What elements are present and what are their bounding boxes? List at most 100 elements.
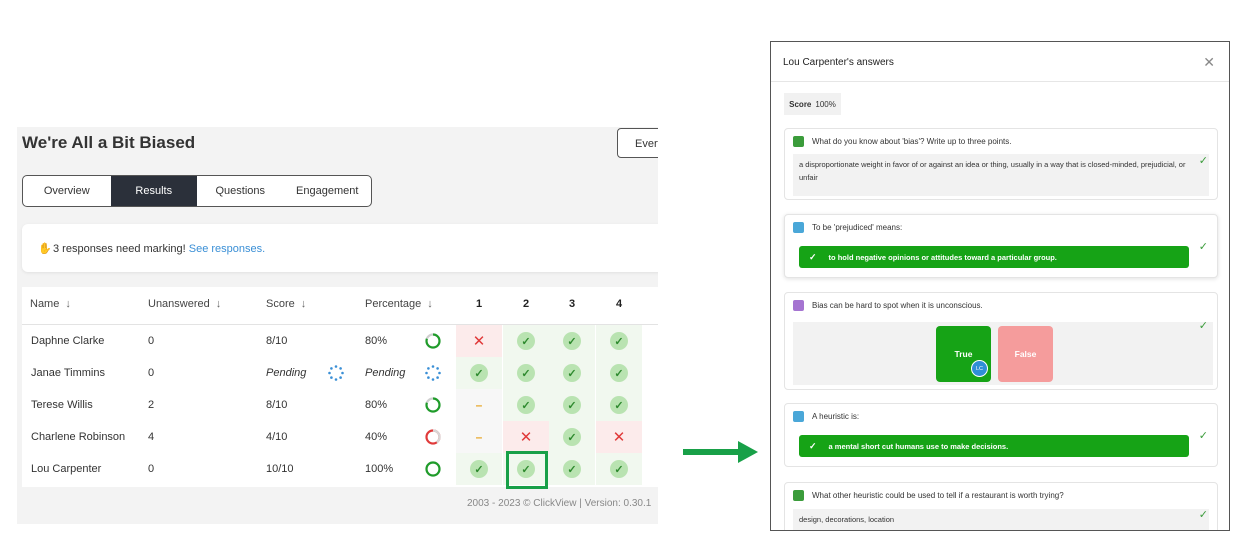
correct-cell[interactable]: ✓ (549, 389, 595, 421)
check-icon: ✓ (610, 332, 628, 350)
correct-cell[interactable]: ✓ (456, 453, 502, 485)
answer-card-q1: What do you know about 'bias'? Write up … (784, 128, 1218, 200)
correct-cell[interactable]: ✓ (549, 357, 595, 389)
close-icon[interactable]: ✕ (1203, 54, 1215, 71)
arrow-down-icon: ↓ (65, 298, 71, 310)
column-header-percentage[interactable]: Percentage ↓ (365, 298, 433, 310)
waving-hand-icon: ✋ (38, 243, 52, 255)
answers-modal: Lou Carpenter's answers ✕ Score 100% Wha… (770, 41, 1230, 531)
student-name: Janae Timmins (31, 367, 105, 379)
everyone-dropdown[interactable]: Every (617, 128, 658, 158)
pending-spinner-icon (425, 365, 441, 381)
true-false-icon (793, 300, 804, 311)
score-value: 8/10 (266, 335, 288, 347)
table-row[interactable]: Lou Carpenter 0 10/10 100% ✓ ✓ ✓ ✓ (22, 453, 658, 485)
text-question-icon (793, 490, 804, 501)
score-badge: Score 100% (784, 93, 841, 115)
check-icon: ✓ (610, 460, 628, 478)
see-responses-link[interactable]: See responses. (189, 243, 265, 255)
score-value: 10/10 (266, 463, 294, 475)
check-icon: ✓ (809, 440, 817, 451)
check-icon: ✓ (1198, 155, 1208, 167)
correct-cell[interactable]: ✓ (549, 421, 595, 453)
percentage-value: 40% (365, 431, 388, 443)
unanswered-count: 2 (148, 399, 155, 411)
table-row[interactable]: Charlene Robinson 4 4/10 40% – ✕ ✓ ✕ (22, 421, 658, 453)
question-text: What other heuristic could be used to te… (812, 491, 1064, 500)
check-icon: ✓ (517, 332, 535, 350)
table-row[interactable]: Terese Willis 2 8/10 80% – ✓ ✓ ✓ (22, 389, 658, 421)
results-table: Name ↓ Unanswered ↓ Score ↓ Percentage ↓ 1 2… (22, 287, 658, 487)
selected-answer: ✓ a mental short cut humans use to make … (799, 435, 1189, 457)
table-row[interactable]: Daphne Clarke 0 8/10 80% ✕ ✓ ✓ ✓ (22, 325, 658, 357)
student-name: Charlene Robinson (31, 431, 126, 443)
check-icon: ✓ (1198, 241, 1208, 253)
check-icon: ✓ (563, 460, 581, 478)
score-value: 4/10 (266, 431, 288, 443)
column-header-q1[interactable]: 1 (476, 298, 482, 310)
percentage-value: 80% (365, 335, 388, 347)
unanswered-count: 0 (148, 463, 155, 475)
correct-cell[interactable]: ✓ (456, 357, 502, 389)
correct-cell[interactable]: ✓ (549, 453, 595, 485)
check-icon: ✓ (1198, 320, 1208, 332)
column-header-score[interactable]: Score ↓ (266, 298, 306, 310)
question-text: What do you know about 'bias'? Write up … (812, 137, 1012, 146)
correct-cell[interactable]: ✓ (503, 325, 549, 357)
correct-cell[interactable]: ✓ (596, 357, 642, 389)
column-header-q4[interactable]: 4 (616, 298, 622, 310)
notice-text: 3 responses need marking! (53, 243, 186, 255)
student-name: Daphne Clarke (31, 335, 105, 347)
percentage-value: 80% (365, 399, 388, 411)
score-label: Score (789, 99, 812, 109)
tab-results[interactable]: Results (110, 176, 197, 206)
incorrect-cell[interactable]: ✕ (503, 421, 549, 453)
unanswered-cell[interactable]: – (456, 421, 502, 453)
table-row[interactable]: Janae Timmins 0 Pending Pending ✓ ✓ ✓ ✓ (22, 357, 658, 389)
question-text: Bias can be hard to spot when it is unco… (812, 301, 983, 310)
score-value: 100% (815, 99, 836, 109)
percentage-value: 100% (365, 463, 394, 475)
highlight-box (506, 451, 548, 489)
incorrect-cell[interactable]: ✕ (456, 325, 502, 357)
unanswered-count: 0 (148, 335, 155, 347)
correct-cell[interactable]: ✓ (596, 389, 642, 421)
correct-cell[interactable]: ✓ (596, 453, 642, 485)
tab-questions[interactable]: Questions (197, 176, 284, 206)
check-icon: ✓ (1198, 430, 1208, 442)
column-header-name[interactable]: Name ↓ (30, 298, 71, 310)
check-icon: ✓ (563, 364, 581, 382)
check-icon: ✓ (610, 364, 628, 382)
tab-engagement[interactable]: Engagement (284, 176, 372, 206)
modal-divider (771, 81, 1229, 82)
arrow-down-icon: ↓ (300, 298, 307, 310)
answer-text: design, decorations, location (793, 509, 1209, 530)
selected-answer: ✓ to hold negative opinions or attitudes… (799, 246, 1189, 268)
correct-cell[interactable]: ✓ (596, 325, 642, 357)
cross-icon: ✕ (472, 333, 486, 350)
arrow-down-icon: ↓ (215, 298, 222, 310)
answer-card-q4: A heuristic is: ✓ a mental short cut hum… (784, 403, 1218, 467)
correct-cell[interactable]: ✓ (503, 357, 549, 389)
column-header-q3[interactable]: 3 (569, 298, 575, 310)
column-header-q2[interactable]: 2 (523, 298, 529, 310)
correct-cell[interactable]: ✓ (549, 325, 595, 357)
true-false-area: True False LC (793, 322, 1213, 385)
unanswered-cell[interactable]: – (456, 389, 502, 421)
results-panel: We're All a Bit Biased Every Overview Re… (17, 127, 658, 524)
pending-spinner-icon (328, 365, 344, 381)
marking-notice: ✋ 3 responses need marking! See response… (22, 224, 658, 272)
progress-ring (425, 333, 441, 349)
incorrect-cell[interactable]: ✕ (596, 421, 642, 453)
tab-overview[interactable]: Overview (23, 176, 111, 206)
score-value: 8/10 (266, 399, 288, 411)
arrow-right-icon (683, 441, 758, 463)
progress-ring (425, 429, 441, 445)
percentage-value: Pending (365, 367, 406, 379)
multiple-choice-icon (793, 222, 804, 233)
column-header-unanswered[interactable]: Unanswered ↓ (148, 298, 221, 310)
dash-icon: – (475, 430, 483, 444)
question-text: To be 'prejudiced' means: (812, 223, 903, 232)
progress-ring (425, 461, 441, 477)
correct-cell[interactable]: ✓ (503, 389, 549, 421)
